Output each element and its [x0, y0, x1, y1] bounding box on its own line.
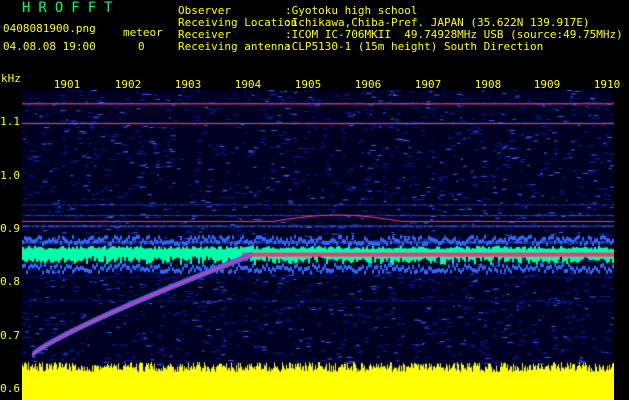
file-name: 0408081900.png: [3, 22, 96, 35]
y-tick-label: 0.8: [0, 275, 20, 289]
antenna-label: Receiving antenna: [178, 40, 291, 53]
y-tick-label: 0.9: [0, 221, 20, 235]
y-tick-label: 0.6: [0, 382, 20, 396]
meteor-label: meteor: [123, 26, 163, 39]
meteor-count: 0: [138, 40, 145, 53]
spectrogram: [22, 90, 614, 400]
y-tick-label: 1.0: [0, 168, 20, 182]
spectrogram-canvas: [22, 90, 614, 400]
y-tick-label: 1.1: [0, 115, 20, 129]
file-datetime: 04.08.08 19:00: [3, 40, 96, 53]
antenna-value: :CLP5130-1 (15m height) South Direction: [285, 40, 544, 53]
app-title: HROFFT: [22, 0, 121, 16]
y-axis-ticks: 1.1 1.0 0.9 0.8 0.7 0.6: [0, 70, 20, 400]
y-tick-label: 0.7: [0, 328, 20, 342]
